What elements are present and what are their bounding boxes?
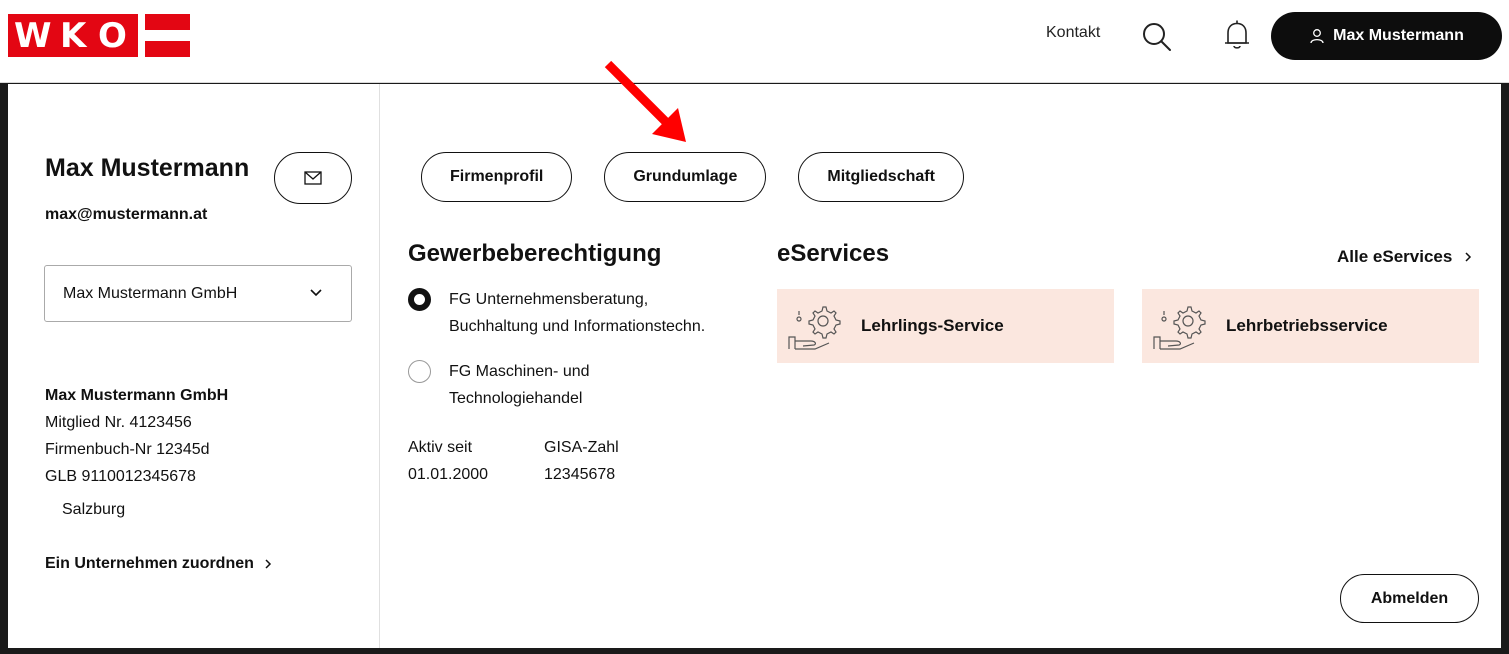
glb-number: GLB 9110012345678 (45, 468, 196, 485)
gewerbe-option[interactable]: FG Maschinen- und Technologiehandel (408, 358, 590, 412)
chevron-down-icon (310, 289, 322, 297)
gewerbe-option-label: FG Maschinen- und Technologiehandel (449, 358, 590, 412)
gear-hand-icon (788, 306, 841, 350)
envelope-icon (304, 171, 322, 185)
logo-stripe-gap (145, 30, 190, 41)
company-name: Max Mustermann GmbH (45, 387, 229, 404)
search-icon[interactable] (1142, 22, 1172, 52)
gisa-label: GISA-Zahl (544, 439, 619, 456)
company-select[interactable]: Max Mustermann GmbH (44, 265, 352, 322)
active-since: Aktiv seit 01.01.2000 (408, 434, 488, 488)
gewerbe-option-line1: FG Unternehmensberatung, (449, 291, 649, 308)
logo-stripe-top (145, 14, 190, 30)
all-eservices-link[interactable]: Alle eServices (1337, 247, 1472, 267)
all-eservices-label: Alle eServices (1337, 247, 1453, 266)
gewerbe-option-line1: FG Maschinen- und (449, 363, 590, 380)
gewerbe-option[interactable]: FG Unternehmensberatung, Buchhaltung und… (408, 286, 705, 340)
radio-unchecked[interactable] (408, 360, 431, 383)
gear-hand-icon (1153, 306, 1206, 350)
logo-letters: W K O (8, 14, 138, 57)
user-menu-label: Max Mustermann (1333, 27, 1464, 44)
profile-name: Max Mustermann (45, 154, 250, 182)
eservice-card-label: Lehrlings-Service (861, 316, 1004, 335)
tab-grundumlage[interactable]: Grundumlage (604, 152, 767, 202)
logout-button[interactable]: Abmelden (1340, 574, 1479, 623)
gewerbe-option-line2: Technologiehandel (449, 390, 583, 407)
active-since-value: 01.01.2000 (408, 466, 489, 483)
logo-letter-o: O (98, 16, 127, 56)
gewerbe-option-label: FG Unternehmensberatung, Buchhaltung und… (449, 286, 705, 340)
top-bar: W K O Kontakt Max Mustermann (0, 0, 1509, 83)
gewerbe-option-line2: Buchhaltung und Informationstechn. (449, 318, 706, 335)
account-panel: Max Mustermann max@mustermann.at Max Mus… (8, 60, 1501, 648)
chevron-right-icon (265, 559, 271, 569)
assign-company-label: Ein Unternehmen zuordnen (45, 555, 254, 572)
user-icon (1310, 29, 1324, 44)
radio-checked[interactable] (408, 288, 431, 311)
member-number: Mitglied Nr. 4123456 (45, 414, 192, 431)
tab-mitgliedschaft[interactable]: Mitgliedschaft (798, 152, 964, 202)
eservices-title: eServices (777, 240, 890, 267)
eservice-card-lehrlings[interactable]: Lehrlings-Service (777, 289, 1114, 363)
bell-icon[interactable] (1222, 19, 1252, 51)
active-since-label: Aktiv seit (408, 439, 473, 456)
company-details: Max Mustermann GmbH Mitglied Nr. 4123456… (45, 382, 228, 523)
contact-link[interactable]: Kontakt (1046, 24, 1100, 42)
message-button[interactable] (274, 152, 352, 204)
gisa-number: GISA-Zahl 12345678 (544, 434, 619, 488)
logo-letter-k: K (60, 16, 87, 56)
assign-company-link[interactable]: Ein Unternehmen zuordnen (45, 555, 272, 573)
gisa-value: 12345678 (544, 466, 616, 483)
profile-email: max@mustermann.at (45, 206, 208, 223)
profile-sidebar: Max Mustermann max@mustermann.at Max Mus… (8, 84, 380, 648)
gewerbe-title: Gewerbeberechtigung (408, 240, 662, 267)
logo-letter-w: W (14, 16, 52, 56)
eservice-card-lehrbetrieb[interactable]: Lehrbetriebsservice (1142, 289, 1479, 363)
chevron-right-icon (1465, 252, 1472, 262)
eservice-card-label: Lehrbetriebsservice (1226, 316, 1388, 335)
tab-bar: Firmenprofil Grundumlage Mitgliedschaft (421, 152, 964, 202)
register-number: Firmenbuch-Nr 12345d (45, 441, 210, 458)
company-region: Salzburg (62, 501, 126, 518)
wko-logo[interactable]: W K O (8, 14, 190, 57)
annotation-arrow-icon (604, 60, 686, 142)
tab-firmenprofil[interactable]: Firmenprofil (421, 152, 573, 202)
company-select-value: Max Mustermann GmbH (63, 284, 238, 302)
user-menu-button[interactable]: Max Mustermann (1271, 12, 1502, 60)
logo-stripe-bottom (145, 41, 190, 57)
